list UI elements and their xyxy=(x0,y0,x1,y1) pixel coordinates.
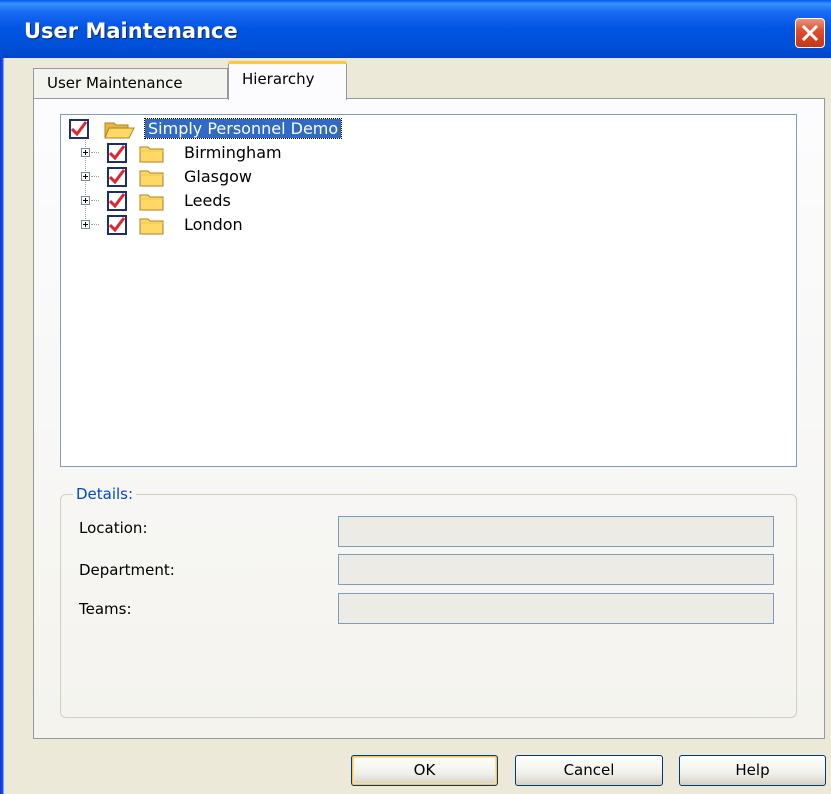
tree-root-label: Simply Personnel Demo xyxy=(143,118,343,139)
tree-connector-line xyxy=(91,200,99,201)
tab-hierarchy[interactable]: Hierarchy xyxy=(228,61,347,102)
checkmark-icon xyxy=(109,145,125,161)
close-icon xyxy=(802,25,818,41)
dialog-window: User Maintenance User Maintenance Hierar… xyxy=(0,0,831,794)
tree-node-label: Birmingham xyxy=(184,143,282,162)
tree-node-label: Leeds xyxy=(184,191,231,210)
details-group: Details: Location: Department: Teams: xyxy=(60,485,797,718)
help-button[interactable]: Help xyxy=(679,755,826,786)
hierarchy-tree[interactable]: Simply Personnel Demo Birmingham Glasgow… xyxy=(60,114,797,467)
window-left-border xyxy=(0,0,10,794)
title-bar[interactable]: User Maintenance xyxy=(0,0,831,58)
birmingham-checkbox[interactable] xyxy=(107,143,127,163)
root-checkbox[interactable] xyxy=(69,119,89,139)
leeds-checkbox[interactable] xyxy=(107,191,127,211)
details-legend: Details: xyxy=(73,485,137,503)
teams-label: Teams: xyxy=(79,600,132,618)
tab-hierarchy-label: Hierarchy xyxy=(242,70,315,88)
expand-icon[interactable] xyxy=(81,220,90,229)
folder-open-icon xyxy=(104,122,135,139)
tree-node-label: London xyxy=(184,215,243,234)
tab-user-maintenance-label: User Maintenance xyxy=(47,74,183,92)
department-field[interactable] xyxy=(338,554,774,585)
tree-connector-line xyxy=(91,152,99,153)
london-checkbox[interactable] xyxy=(107,215,127,235)
folder-icon xyxy=(139,170,164,187)
expand-icon[interactable] xyxy=(81,172,90,181)
tree-connector-line xyxy=(91,224,99,225)
tree-node-label: Glasgow xyxy=(184,167,253,186)
ok-button[interactable]: OK xyxy=(351,755,498,786)
teams-field[interactable] xyxy=(338,593,774,624)
glasgow-checkbox[interactable] xyxy=(107,167,127,187)
checkmark-icon xyxy=(109,169,125,185)
expand-icon[interactable] xyxy=(81,196,90,205)
folder-icon xyxy=(139,146,164,163)
expand-icon[interactable] xyxy=(81,148,90,157)
location-label: Location: xyxy=(79,519,148,537)
checkmark-icon xyxy=(109,217,125,233)
department-label: Department: xyxy=(79,561,175,579)
folder-icon xyxy=(139,194,164,211)
tab-user-maintenance[interactable]: User Maintenance xyxy=(33,68,228,98)
tree-connector-line xyxy=(91,176,99,177)
window-title: User Maintenance xyxy=(24,19,238,43)
checkmark-icon xyxy=(109,193,125,209)
close-button[interactable] xyxy=(795,18,825,48)
location-field[interactable] xyxy=(338,516,774,547)
checkmark-icon xyxy=(71,121,87,137)
cancel-button[interactable]: Cancel xyxy=(515,755,663,786)
folder-icon xyxy=(139,218,164,235)
